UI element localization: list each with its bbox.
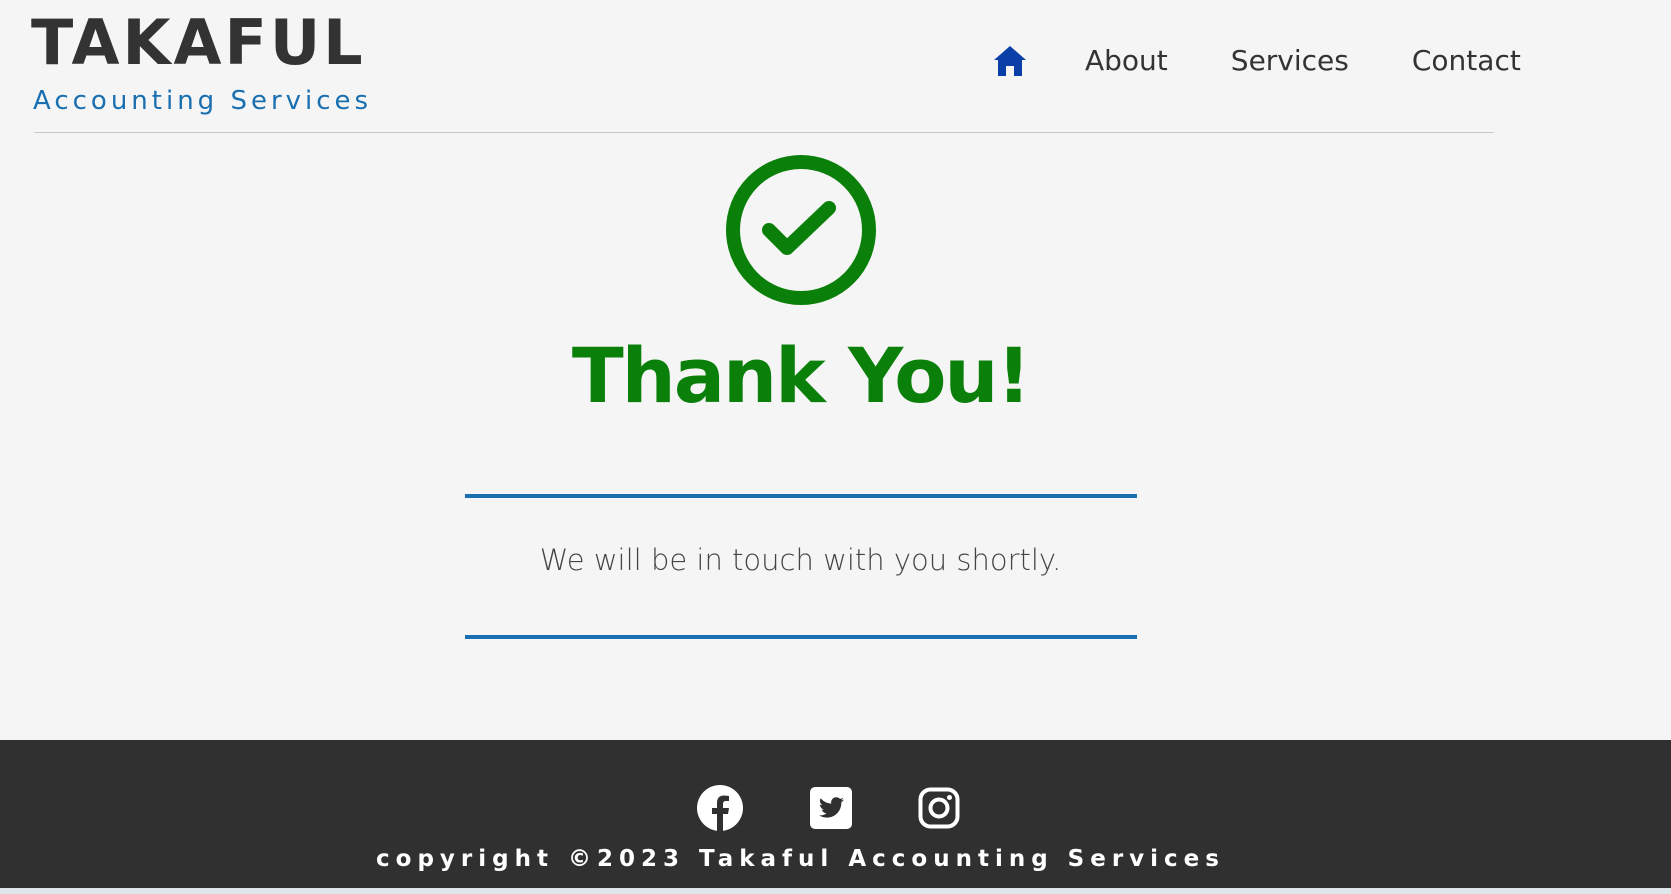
twitter-icon: [810, 787, 852, 829]
instagram-icon: [918, 787, 960, 829]
instagram-link[interactable]: [914, 783, 964, 833]
site-header: TAKAFUL Accounting Services About Servic…: [0, 0, 1671, 133]
message-top-divider: [465, 494, 1137, 498]
facebook-link[interactable]: [695, 783, 745, 833]
header-divider: [34, 132, 1494, 133]
brand-title[interactable]: TAKAFUL: [31, 8, 366, 78]
copyright-text: copyright ©2023 Takaful Accounting Servi…: [376, 846, 1225, 872]
facebook-icon: [697, 785, 743, 831]
footer-bottom-strip: [0, 888, 1671, 894]
nav-home-link[interactable]: [990, 41, 1030, 81]
nav-contact-link[interactable]: Contact: [1412, 36, 1521, 86]
thank-you-heading: Thank You!: [571, 331, 1031, 420]
check-circle-icon: [726, 155, 876, 305]
brand-subtitle: Accounting Services: [33, 86, 373, 116]
nav-about-link[interactable]: About: [1085, 36, 1168, 86]
confirmation-message: We will be in touch with you shortly.: [539, 543, 1062, 577]
page: TAKAFUL Accounting Services About Servic…: [0, 0, 1671, 894]
message-bottom-divider: [465, 635, 1137, 639]
main-nav: About Services Contact: [990, 36, 1521, 86]
twitter-link[interactable]: [806, 783, 856, 833]
home-icon: [994, 46, 1026, 76]
nav-services-link[interactable]: Services: [1231, 36, 1349, 86]
